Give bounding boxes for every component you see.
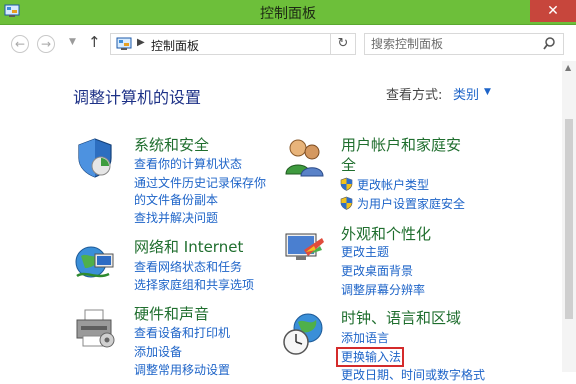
- link-devices-printers[interactable]: 查看设备和打印机: [134, 324, 230, 342]
- category-appearance[interactable]: 外观和个性化: [341, 224, 431, 244]
- category-hardware-sound[interactable]: 硬件和声音: [134, 304, 209, 324]
- close-button[interactable]: ✕: [530, 0, 576, 22]
- network-globe-icon[interactable]: [73, 240, 117, 284]
- clock-globe-icon[interactable]: [282, 312, 326, 356]
- title-bar: 控制面板 ✕: [0, 0, 576, 25]
- uac-shield-icon: [340, 177, 353, 191]
- view-by-chevron-icon[interactable]: ▼: [484, 87, 491, 97]
- window-title: 控制面板: [260, 6, 316, 22]
- printer-hardware-icon[interactable]: [73, 306, 117, 350]
- address-bar[interactable]: ▶ 控制面板 ▼: [110, 33, 422, 55]
- link-view-computer-status[interactable]: 查看你的计算机状态: [134, 155, 242, 173]
- category-network-internet[interactable]: 网络和 Internet: [134, 237, 243, 257]
- link-screen-resolution[interactable]: 调整屏幕分辨率: [341, 281, 425, 299]
- uac-shield-icon: [340, 196, 353, 210]
- scroll-thumb[interactable]: [565, 119, 573, 319]
- link-desktop-background[interactable]: 更改桌面背景: [341, 262, 413, 280]
- control-panel-icon: [116, 37, 132, 50]
- search-box[interactable]: [364, 33, 564, 55]
- link-family-safety[interactable]: 为用户设置家庭安全: [357, 195, 465, 213]
- view-by-label: 查看方式:: [386, 88, 443, 103]
- category-system-security[interactable]: 系统和安全: [134, 135, 209, 155]
- link-add-device[interactable]: 添加设备: [134, 343, 182, 361]
- link-network-status[interactable]: 查看网络状态和任务: [134, 258, 242, 276]
- view-by-dropdown[interactable]: 类别: [453, 84, 479, 103]
- back-button[interactable]: ←: [11, 35, 29, 53]
- vertical-scrollbar[interactable]: ▲: [562, 61, 576, 372]
- page-heading: 调整计算机的设置: [73, 88, 202, 107]
- forward-button[interactable]: →: [37, 35, 55, 53]
- breadcrumb-separator-icon[interactable]: ▶: [137, 37, 145, 48]
- search-icon[interactable]: [543, 37, 555, 51]
- breadcrumb-control-panel[interactable]: 控制面板: [151, 37, 199, 54]
- link-file-history-backup[interactable]: 的文件备份副本: [134, 191, 218, 209]
- category-user-accounts-line2[interactable]: 全: [341, 155, 356, 175]
- category-clock-language-region[interactable]: 时钟、语言和区域: [341, 308, 461, 328]
- up-arrow-icon[interactable]: ↑: [88, 33, 101, 51]
- navigation-bar: ← → ▼ ↑ ▶ 控制面板 ▼ ↻: [0, 25, 576, 61]
- link-change-account-type[interactable]: 更改帐户类型: [357, 176, 429, 194]
- link-homegroup-sharing[interactable]: 选择家庭组和共享选项: [134, 276, 254, 294]
- link-file-history-save[interactable]: 通过文件历史记录保存你: [134, 174, 266, 192]
- search-input[interactable]: [371, 36, 536, 52]
- shield-security-icon[interactable]: [73, 136, 117, 180]
- scroll-up-icon[interactable]: ▲: [565, 63, 571, 72]
- refresh-button[interactable]: ↻: [330, 33, 355, 55]
- recent-locations-chevron-icon[interactable]: ▼: [69, 37, 76, 47]
- link-troubleshoot[interactable]: 查找并解决问题: [134, 209, 218, 227]
- link-date-time-format[interactable]: 更改日期、时间或数字格式: [341, 366, 485, 384]
- link-change-theme[interactable]: 更改主题: [341, 243, 389, 261]
- link-add-language[interactable]: 添加语言: [341, 329, 389, 347]
- users-icon[interactable]: [282, 136, 326, 180]
- appearance-icon[interactable]: [282, 226, 326, 270]
- link-mobility-settings[interactable]: 调整常用移动设置: [134, 361, 230, 379]
- highlight-annotation-box: [336, 347, 404, 367]
- category-user-accounts-line1[interactable]: 用户帐户和家庭安: [341, 135, 461, 155]
